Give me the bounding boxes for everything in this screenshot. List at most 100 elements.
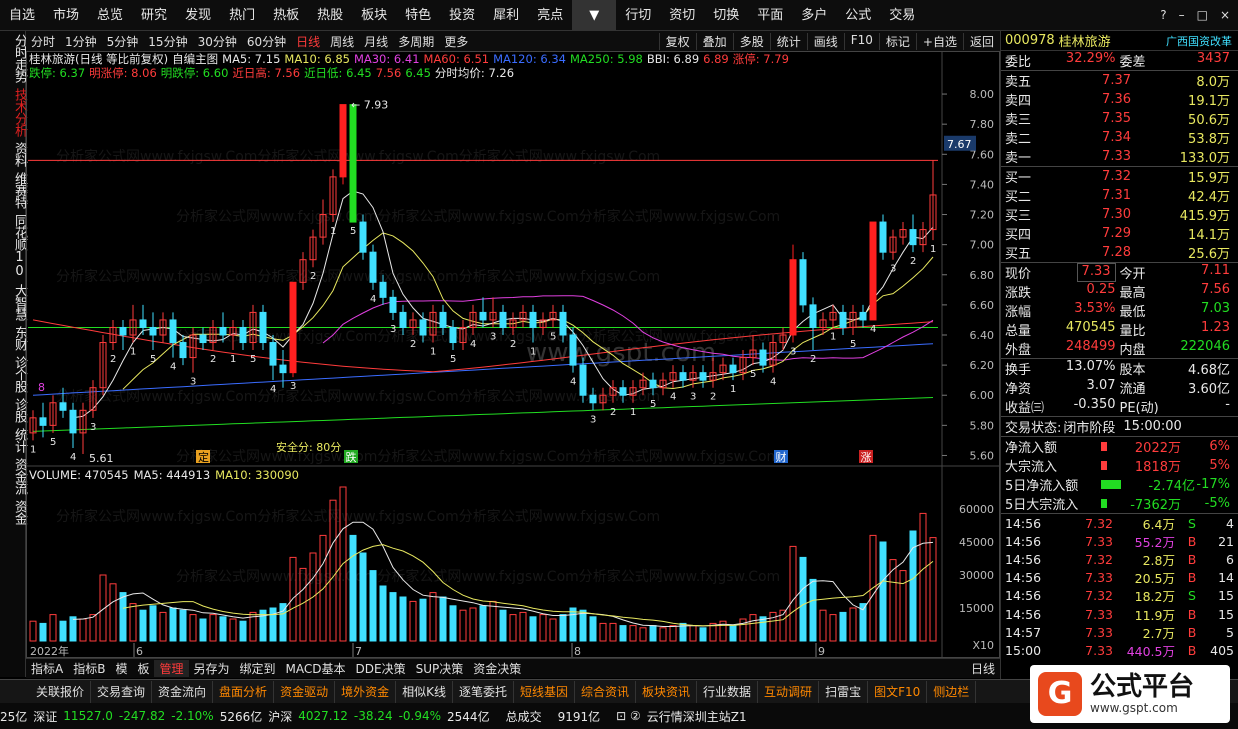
day-label[interactable]: 日线: [966, 660, 1000, 677]
minimize-icon[interactable]: –: [1179, 8, 1185, 22]
period-2[interactable]: 5分钟: [102, 33, 144, 50]
indicator-tab-5[interactable]: 另存为: [189, 660, 235, 677]
chart-tool-1[interactable]: 叠加: [695, 32, 733, 50]
side-tab-6[interactable]: 东财: [0, 323, 27, 353]
indicator-tab-4[interactable]: 管理: [154, 660, 189, 677]
top-menu-item-20[interactable]: 交易: [880, 0, 924, 31]
concept-tag[interactable]: 广西国资改革: [1166, 33, 1232, 49]
period-7[interactable]: 周线: [325, 33, 359, 50]
top-menu-item-16[interactable]: 切换: [704, 0, 748, 31]
side-tab-5[interactable]: 大智慧: [0, 281, 27, 323]
indicator-tab-1[interactable]: 指标B: [68, 660, 110, 677]
indicator-tab-9[interactable]: SUP决策: [411, 660, 469, 677]
chart-tool-0[interactable]: 复权: [658, 32, 696, 50]
top-menu-item-2[interactable]: 总览: [88, 0, 132, 31]
bottom-func-5[interactable]: 境外资金: [335, 680, 397, 703]
period-10[interactable]: 更多: [439, 33, 473, 50]
chart-tool-3[interactable]: 统计: [769, 32, 807, 50]
indicator-tab-0[interactable]: 指标A: [26, 660, 68, 677]
period-8[interactable]: 月线: [359, 33, 393, 50]
top-menu-item-4[interactable]: 发现: [176, 0, 220, 31]
top-menu-item-9[interactable]: 特色: [396, 0, 440, 31]
bottom-func-1[interactable]: 交易查询: [91, 680, 153, 703]
bottom-func-6[interactable]: 相似K线: [396, 680, 453, 703]
bottom-func-2[interactable]: 资金流向: [152, 680, 214, 703]
buy-level-4[interactable]: 买五 7.28 25.6万: [1001, 243, 1238, 262]
indicator-tab-10[interactable]: 资金决策: [468, 660, 526, 677]
bottom-func-10[interactable]: 板块资讯: [636, 680, 698, 703]
top-menu-item-1[interactable]: 市场: [44, 0, 88, 31]
bottom-func-8[interactable]: 短线基因: [514, 680, 575, 703]
close-icon[interactable]: ×: [1220, 8, 1230, 22]
top-menu-item-13[interactable]: ▼: [572, 0, 617, 31]
side-tab-8[interactable]: 诊股: [0, 395, 27, 425]
sell-level-3[interactable]: 卖二 7.34 53.8万: [1001, 128, 1238, 147]
period-4[interactable]: 30分钟: [193, 33, 242, 50]
period-1[interactable]: 1分钟: [60, 33, 102, 50]
stock-header[interactable]: 000978 桂林旅游 广西国资改革: [1001, 31, 1238, 51]
top-menu-item-10[interactable]: 投资: [440, 0, 484, 31]
sell-level-4[interactable]: 卖一 7.33 133.0万: [1001, 147, 1238, 166]
bottom-func-0[interactable]: 关联报价: [30, 680, 92, 703]
buy-level-1[interactable]: 买二 7.31 42.4万: [1001, 186, 1238, 205]
bottom-func-4[interactable]: 资金驱动: [274, 680, 336, 703]
indicator-tab-3[interactable]: 板: [132, 660, 154, 677]
top-menu-item-5[interactable]: 热门: [220, 0, 264, 31]
side-tab-9[interactable]: 统计: [0, 425, 27, 455]
bottom-func-11[interactable]: 行业数据: [697, 680, 759, 703]
chart-tool-8[interactable]: 返回: [962, 32, 1000, 50]
top-menu-item-12[interactable]: 亮点: [528, 0, 572, 31]
bottom-func-15[interactable]: 侧边栏: [927, 680, 977, 703]
chart-tool-7[interactable]: +自选: [915, 32, 963, 50]
kline-chart[interactable]: 分析家公式网www.fxjgsw.Com分析家公式网www.fxjgsw.Com…: [26, 51, 1000, 658]
buy-level-0[interactable]: 买一 7.32 15.9万: [1001, 167, 1238, 186]
top-menu-item-17[interactable]: 平面: [748, 0, 792, 31]
bottom-func-3[interactable]: 盘面分析: [213, 680, 275, 703]
top-menu-item-8[interactable]: 板块: [352, 0, 396, 31]
bottom-func-7[interactable]: 逐笔委托: [453, 680, 514, 703]
top-menu-item-14[interactable]: 行切: [616, 0, 660, 31]
chart-tool-5[interactable]: F10: [843, 32, 879, 50]
sell-level-2[interactable]: 卖三 7.35 50.6万: [1001, 109, 1238, 128]
sell-level-0[interactable]: 卖五 7.37 8.0万: [1001, 71, 1238, 90]
indicator-tab-7[interactable]: MACD基本: [281, 660, 351, 677]
side-tab-2[interactable]: 资料: [0, 139, 27, 169]
server-name[interactable]: 云行情深圳主站Z1: [647, 708, 747, 725]
maximize-icon[interactable]: □: [1197, 8, 1208, 22]
chart-tool-2[interactable]: 多股: [732, 32, 770, 50]
indicator-tab-6[interactable]: 绑定到: [235, 660, 281, 677]
tick-list[interactable]: 14:56 7.32 6.4万 S 4 14:56 7.33 55.2万 B 21 14:56 7.3…: [1001, 514, 1238, 660]
side-tab-10[interactable]: 资金流: [0, 455, 27, 497]
indicator-tab-2[interactable]: 模: [110, 660, 132, 677]
period-6[interactable]: 日线: [291, 33, 325, 50]
chart-tool-6[interactable]: 标记: [878, 32, 916, 50]
top-menu-item-19[interactable]: 公式: [836, 0, 880, 31]
side-tab-11[interactable]: 资金: [0, 497, 27, 527]
period-9[interactable]: 多周期: [393, 33, 439, 50]
period-5[interactable]: 60分钟: [242, 33, 291, 50]
top-menu-item-15[interactable]: 资切: [660, 0, 704, 31]
sell-level-1[interactable]: 卖四 7.36 19.1万: [1001, 90, 1238, 109]
indicator-tab-8[interactable]: DDE决策: [351, 660, 411, 677]
buy-level-3[interactable]: 买四 7.29 14.1万: [1001, 224, 1238, 243]
server-icon[interactable]: ⊡ ②: [616, 709, 641, 723]
bottom-func-14[interactable]: 图文F10: [868, 680, 928, 703]
side-tab-3[interactable]: 维赛特: [0, 169, 27, 211]
bottom-func-13[interactable]: 扫雷宝: [819, 680, 869, 703]
bottom-func-12[interactable]: 互动调研: [758, 680, 820, 703]
top-menu-item-6[interactable]: 热板: [264, 0, 308, 31]
top-menu-item-18[interactable]: 多户: [792, 0, 836, 31]
side-tab-1[interactable]: 技术分析: [0, 85, 27, 139]
period-3[interactable]: 15分钟: [143, 33, 192, 50]
top-menu-item-11[interactable]: 犀利: [484, 0, 528, 31]
period-0[interactable]: 分时: [26, 33, 60, 50]
top-menu-item-0[interactable]: 自选: [0, 0, 44, 31]
side-tab-0[interactable]: 分时走势: [0, 31, 27, 85]
chart-tool-4[interactable]: 画线: [806, 32, 844, 50]
bottom-func-9[interactable]: 综合资讯: [575, 680, 637, 703]
top-menu-item-3[interactable]: 研究: [132, 0, 176, 31]
top-menu-item-7[interactable]: 热股: [308, 0, 352, 31]
side-tab-7[interactable]: 诊个股: [0, 353, 27, 395]
help-icon[interactable]: ?: [1160, 8, 1166, 22]
buy-level-2[interactable]: 买三 7.30 415.9万: [1001, 205, 1238, 224]
